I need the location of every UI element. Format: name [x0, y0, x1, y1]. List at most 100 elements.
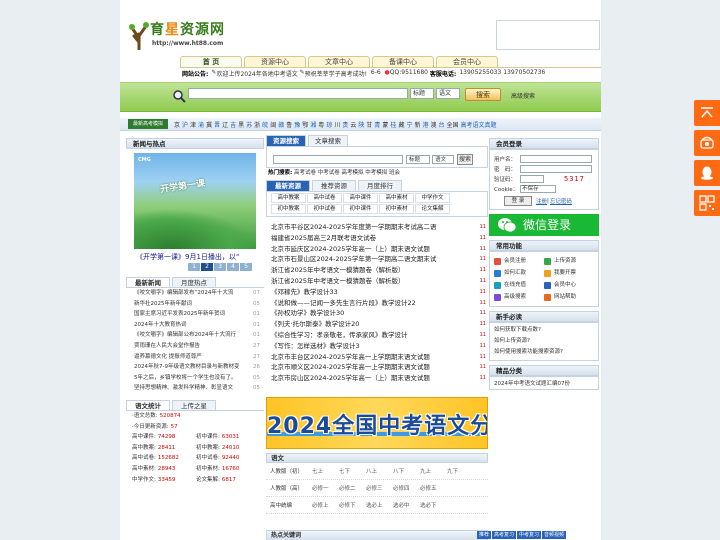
promo-banner[interactable]: 2024全国中考语文分类汇编	[266, 396, 488, 449]
region-link[interactable]: 藏	[398, 120, 404, 129]
news-photo[interactable]: CMG 开学第一课	[134, 153, 256, 249]
site-logo[interactable]: 育星资源网 http://www.ht88.com	[128, 20, 225, 50]
textbook-volume-link[interactable]: 八上	[366, 467, 393, 475]
resource-item[interactable]: 《孙权劝学》教学设计30 11	[266, 308, 488, 319]
hot-tag[interactable]: 推荐	[477, 531, 492, 539]
category-link[interactable]: 初中素材	[379, 204, 414, 214]
textbook-volume-link[interactable]: 必修上	[312, 501, 339, 509]
region-link[interactable]: 台	[439, 120, 445, 129]
resource-item[interactable]: 《邓稼先》教学设计33 11	[266, 287, 488, 298]
tab-resource-search[interactable]: 资源搜索	[266, 135, 306, 146]
region-link[interactable]: 苏	[246, 120, 252, 129]
tab-monthly-rank[interactable]: 月度排行	[358, 180, 402, 191]
resource-item[interactable]: 福建省2025届高三2月联考语文试卷 11	[266, 233, 488, 244]
hot-tag[interactable]: 高考复习	[492, 531, 517, 539]
tab-article-search[interactable]: 文章搜索	[308, 135, 348, 146]
news-item[interactable]: 2024年十大教育热词 01	[126, 320, 264, 331]
region-link[interactable]: 湘	[310, 120, 316, 129]
phone-button[interactable]	[694, 130, 720, 156]
news-item[interactable]: 5年之后，乡镇学校将一个学生也没有了。 05	[126, 373, 264, 384]
category-link[interactable]: 高中课件	[343, 193, 378, 203]
resource-search-button[interactable]: 搜索	[457, 154, 473, 165]
function-link[interactable]: 会员中心	[544, 279, 594, 291]
textbook-volume-link[interactable]: 必修三	[366, 484, 393, 492]
resource-item[interactable]: 浙江省2025年中考语文一模猜题卷（解析版） 11	[266, 265, 488, 276]
search-button[interactable]: 搜索	[465, 88, 501, 101]
news-item[interactable]: 2024年秋7-9年级语文教材目录与新教材变 26	[126, 362, 264, 373]
region-link[interactable]: 高考语文真题	[461, 120, 497, 129]
password-input[interactable]	[520, 165, 592, 173]
qq-button[interactable]	[694, 160, 720, 186]
category-link[interactable]: 高中素材	[379, 193, 414, 203]
news-item[interactable]: 国家主席习近平发表2025年新年贺词 01	[126, 309, 264, 320]
captcha-input[interactable]	[520, 175, 544, 183]
resource-search-input[interactable]	[273, 155, 403, 164]
category-link[interactable]: 初中试卷	[307, 204, 342, 214]
pager-5[interactable]: 5	[240, 263, 252, 271]
region-link[interactable]: 赣	[278, 120, 284, 129]
tab-upload-stars[interactable]: 上传之星	[172, 399, 216, 410]
resource-subject-select[interactable]: 语文	[432, 155, 454, 164]
resource-field-select[interactable]: 标题	[406, 155, 430, 164]
function-link[interactable]: 如何汇款	[494, 267, 544, 279]
resource-item[interactable]: 北京市石景山区2024-2025学年第一学期高二语文期末试 11	[266, 254, 488, 265]
help-link[interactable]: 如何获取下载点数?	[494, 325, 594, 336]
region-link[interactable]: 皖	[262, 120, 268, 129]
region-link[interactable]: 全国	[447, 120, 459, 129]
region-link[interactable]: 云	[350, 120, 356, 129]
pager-1[interactable]: 1	[188, 263, 200, 271]
category-link[interactable]: 高中教案	[271, 193, 306, 203]
region-link[interactable]: 豫	[294, 120, 300, 129]
help-link[interactable]: 如何上传资源?	[494, 336, 594, 347]
cookie-select[interactable]: 不保存	[520, 185, 556, 193]
textbook-volume-link[interactable]: 选必下	[420, 501, 447, 509]
news-item[interactable]: 《咬文嚼字》编辑部公布2024年十大流行 01	[126, 330, 264, 341]
region-link[interactable]: 桂	[390, 120, 396, 129]
category-link[interactable]: 高中试卷	[307, 193, 342, 203]
textbook-volume-link[interactable]: 必修二	[339, 484, 366, 492]
category-link[interactable]: 初中教案	[271, 204, 306, 214]
best-item[interactable]: 2024年中考语文试题汇编07份	[489, 376, 599, 390]
tab-recommended[interactable]: 推荐资源	[312, 180, 356, 191]
region-link[interactable]: 辽	[222, 120, 228, 129]
tab-latest-news[interactable]: 最新新闻	[126, 277, 170, 287]
register-link[interactable]: 注册	[536, 197, 547, 205]
notice-item[interactable]: 预祝莘莘学子高考成功!	[305, 69, 367, 79]
region-link[interactable]: 粤	[318, 120, 324, 129]
resource-item[interactable]: 北京市顺义区2024-2025学年高一上学期期末语文试题 11	[266, 362, 488, 373]
category-link[interactable]: 中学作文	[415, 193, 450, 203]
textbook-volume-link[interactable]: 必修四	[393, 484, 420, 492]
region-link[interactable]: 闽	[270, 120, 276, 129]
news-item[interactable]: 逼养慕德文化 提振师道尊严 27	[126, 352, 264, 363]
region-link[interactable]: 川	[334, 120, 340, 129]
wechat-login-button[interactable]: 微信登录	[489, 214, 599, 236]
search-subject-select[interactable]: 语文	[436, 88, 460, 99]
region-link[interactable]: 青	[374, 120, 380, 129]
search-input[interactable]	[188, 88, 408, 99]
tab-monthly-hot[interactable]: 月度热点	[172, 277, 216, 287]
resource-item[interactable]: 北京市平谷区2024-2025学年度第一学期期末考试高二语 11	[266, 222, 488, 233]
region-link[interactable]: 贵	[342, 120, 348, 129]
tab-latest-resources[interactable]: 最新资源	[266, 180, 310, 191]
region-link[interactable]: 浙	[254, 120, 260, 129]
region-link[interactable]: 新	[414, 120, 420, 129]
region-link[interactable]: 琼	[326, 120, 332, 129]
back-to-top-button[interactable]	[694, 100, 720, 126]
textbook-volume-link[interactable]: 选必上	[366, 501, 393, 509]
resource-item[interactable]: 北京市丰台区2024-2025学年高一上学期期末语文试题 11	[266, 352, 488, 363]
hot-search-items[interactable]: 高考试卷 中考试卷 高考模拟 中考模拟 班会	[294, 170, 400, 176]
resource-item[interactable]: 北京市房山区2024-2025学年高一（上）期末语文试题 11	[266, 373, 488, 384]
textbook-volume-link[interactable]: 七下	[339, 467, 366, 475]
news-item[interactable]: 坚持思想精神、激发科学精神、彰显语文 05	[126, 383, 264, 394]
hot-tag[interactable]: 音频视频	[542, 531, 567, 539]
resource-item[interactable]: 浙江省2025年中考语文一模猜题卷（解析版） 11	[266, 276, 488, 287]
region-link[interactable]: 黑	[238, 120, 244, 129]
textbook-volume-link[interactable]: 必修一	[312, 484, 339, 492]
photo-caption[interactable]: 《开学第一课》9月1日播出，以“	[136, 252, 264, 262]
region-link[interactable]: 甘	[366, 120, 372, 129]
notice-item[interactable]: 欢迎上传2024年各地中考语文	[216, 69, 297, 79]
textbook-volume-link[interactable]: 必修下	[339, 501, 366, 509]
hot-tag[interactable]: 中考复习	[517, 531, 542, 539]
pager-3[interactable]: 3	[214, 263, 226, 271]
resource-item[interactable]: 《写作：怎样选材》教学设计3 11	[266, 341, 488, 352]
